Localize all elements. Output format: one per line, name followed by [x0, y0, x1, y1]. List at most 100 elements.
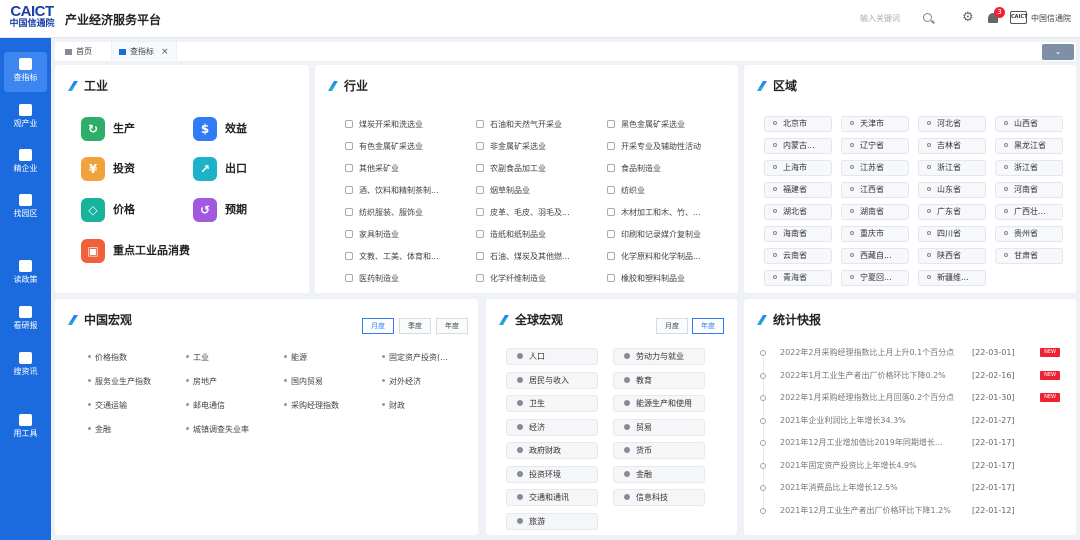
china-macro-item[interactable]: 能源	[284, 352, 307, 364]
china-macro-item[interactable]: 固定资产投资(...	[382, 352, 448, 364]
global-macro-item[interactable]: 投资环境	[506, 465, 598, 483]
sector-item[interactable]: 开采专业及辅助性活动	[607, 141, 735, 153]
sector-item[interactable]: 非金属矿采选业	[476, 141, 604, 153]
region-chip[interactable]: 甘肃省	[995, 248, 1063, 264]
china-macro-item[interactable]: 房地产	[186, 376, 217, 388]
sector-item[interactable]: 化学原料和化学制品...	[607, 251, 735, 263]
global-macro-item[interactable]: 货币	[613, 442, 705, 459]
bulletin-item[interactable]: 2021年企业利润比上年增长34.3% [22-01-27]	[760, 414, 1070, 428]
period-tab[interactable]: 季度	[399, 318, 431, 334]
sidebar-item-0[interactable]: 查指标	[4, 52, 47, 92]
global-macro-item[interactable]: 经济	[506, 418, 598, 436]
period-tab[interactable]: 月度	[656, 318, 688, 334]
sector-item[interactable]: 有色金属矿采选业	[345, 141, 473, 153]
region-chip[interactable]: 浙江省	[918, 160, 986, 176]
sector-item[interactable]: 酒、饮料和精制茶制...	[345, 185, 473, 197]
search-box[interactable]: 输入关键词	[852, 9, 944, 29]
sector-item[interactable]: 木材加工和木、竹、...	[607, 207, 735, 219]
sector-item[interactable]: 石油、煤炭及其他燃...	[476, 251, 604, 263]
bulletin-item[interactable]: 2022年2月采购经理指数比上月上升0.1个百分点 [22-03-01] NEW	[760, 346, 1070, 360]
region-chip[interactable]: 湖南省	[841, 204, 909, 220]
region-chip[interactable]: 福建省	[764, 182, 832, 198]
sector-item[interactable]: 文教、工美、体育和...	[345, 251, 473, 263]
region-chip[interactable]: 西藏自...	[841, 248, 909, 264]
region-chip[interactable]: 江西省	[841, 182, 909, 198]
sector-item[interactable]: 其他采矿业	[345, 163, 473, 175]
region-chip[interactable]: 河北省	[918, 116, 986, 132]
tab-indicators[interactable]: 查指标 ×	[111, 42, 177, 61]
bulletin-item[interactable]: 2021年12月工业生产者出厂价格环比下降1.2% [22-01-12]	[760, 504, 1070, 518]
sidebar-item-7[interactable]: 用工具	[4, 408, 47, 448]
china-macro-item[interactable]: 国内贸易	[284, 376, 323, 388]
region-chip[interactable]: 天津市	[841, 116, 909, 132]
gear-icon[interactable]: ⚙	[962, 11, 974, 25]
region-chip[interactable]: 陕西省	[918, 248, 986, 264]
sector-item[interactable]: 农副食品加工业	[476, 163, 604, 175]
global-macro-item[interactable]: 贸易	[613, 418, 705, 436]
bulletin-item[interactable]: 2022年1月工业生产者出厂价格环比下降0.2% [22-02-16] NEW	[760, 369, 1070, 383]
sector-item[interactable]: 橡胶和塑料制品业	[607, 273, 735, 285]
user-avatar[interactable]: CAICT	[1010, 11, 1027, 24]
sector-item[interactable]: 黑色金属矿采选业	[607, 119, 735, 131]
global-macro-item[interactable]: 能源生产和使用	[613, 395, 705, 412]
china-macro-item[interactable]: 交通运输	[88, 400, 127, 412]
china-macro-item[interactable]: 服务业生产指数	[88, 376, 151, 388]
sidebar-item-1[interactable]: 观产业	[4, 98, 47, 138]
china-macro-item[interactable]: 对外经济	[382, 376, 421, 388]
tab-home[interactable]: 首页	[65, 42, 92, 61]
user-name[interactable]: 中国信通院	[1031, 13, 1071, 24]
region-chip[interactable]: 上海市	[764, 160, 832, 176]
bulletin-item[interactable]: 2021年消费品比上年增长12.5% [22-01-17]	[760, 481, 1070, 495]
search-input[interactable]: 输入关键词	[860, 13, 900, 24]
global-macro-item[interactable]: 教育	[613, 371, 705, 389]
search-icon[interactable]	[923, 13, 932, 22]
region-chip[interactable]: 吉林省	[918, 138, 986, 154]
region-chip[interactable]: 山西省	[995, 116, 1063, 132]
bulletin-item[interactable]: 2022年1月采购经理指数比上月回落0.2个百分点 [22-01-30] NEW	[760, 391, 1070, 405]
china-macro-item[interactable]: 采购经理指数	[284, 400, 339, 412]
sector-item[interactable]: 皮革、毛皮、羽毛及...	[476, 207, 604, 219]
collapse-button[interactable]: ⌄	[1042, 44, 1074, 60]
global-macro-item[interactable]: 卫生	[506, 395, 598, 412]
region-chip[interactable]: 湖北省	[764, 204, 832, 220]
global-macro-item[interactable]: 政府财政	[506, 442, 598, 459]
global-macro-item[interactable]: 交通和通讯	[506, 489, 598, 506]
sector-item[interactable]: 石油和天然气开采业	[476, 119, 604, 131]
period-tab[interactable]: 年度	[692, 318, 724, 334]
close-icon[interactable]: ×	[161, 47, 169, 57]
bulletin-item[interactable]: 2021年12月工业增加值比2019年同期增长... [22-01-17]	[760, 436, 1070, 450]
sector-item[interactable]: 医药制造业	[345, 273, 473, 285]
region-chip[interactable]: 新疆维...	[918, 270, 986, 286]
china-macro-item[interactable]: 工业	[186, 352, 209, 364]
china-macro-item[interactable]: 城镇调查失业率	[186, 424, 249, 436]
caict-logo[interactable]: CAICT 中国信通院	[6, 4, 58, 30]
global-macro-item[interactable]: 劳动力与就业	[613, 348, 705, 365]
global-macro-item[interactable]: 信息科技	[613, 489, 705, 506]
region-chip[interactable]: 辽宁省	[841, 138, 909, 154]
sector-item[interactable]: 化学纤维制造业	[476, 273, 604, 285]
sidebar-item-2[interactable]: 精企业	[4, 143, 47, 183]
global-macro-item[interactable]: 旅游	[506, 512, 598, 530]
sidebar-item-4[interactable]: 读政策	[4, 254, 47, 294]
period-tab[interactable]: 月度	[362, 318, 394, 334]
region-chip[interactable]: 广西壮...	[995, 204, 1063, 220]
sidebar-item-5[interactable]: 看研报	[4, 300, 47, 340]
china-macro-item[interactable]: 价格指数	[88, 352, 127, 364]
region-chip[interactable]: 宁夏回...	[841, 270, 909, 286]
sector-item[interactable]: 造纸和纸制品业	[476, 229, 604, 241]
region-chip[interactable]: 河南省	[995, 182, 1063, 198]
bell-icon[interactable]: 3	[986, 7, 1005, 26]
sidebar-item-3[interactable]: 找园区	[4, 188, 47, 228]
region-chip[interactable]: 海南省	[764, 226, 832, 242]
region-chip[interactable]: 贵州省	[995, 226, 1063, 242]
china-macro-item[interactable]: 财政	[382, 400, 405, 412]
region-chip[interactable]: 青海省	[764, 270, 832, 286]
sector-item[interactable]: 煤炭开采和洗选业	[345, 119, 473, 131]
region-chip[interactable]: 山东省	[918, 182, 986, 198]
sector-item[interactable]: 食品制造业	[607, 163, 735, 175]
region-chip[interactable]: 内蒙古...	[764, 138, 832, 154]
region-chip[interactable]: 北京市	[764, 116, 832, 132]
sidebar-item-6[interactable]: 搜资讯	[4, 346, 47, 386]
region-chip[interactable]: 云南省	[764, 248, 832, 264]
period-tab[interactable]: 年度	[436, 318, 468, 334]
